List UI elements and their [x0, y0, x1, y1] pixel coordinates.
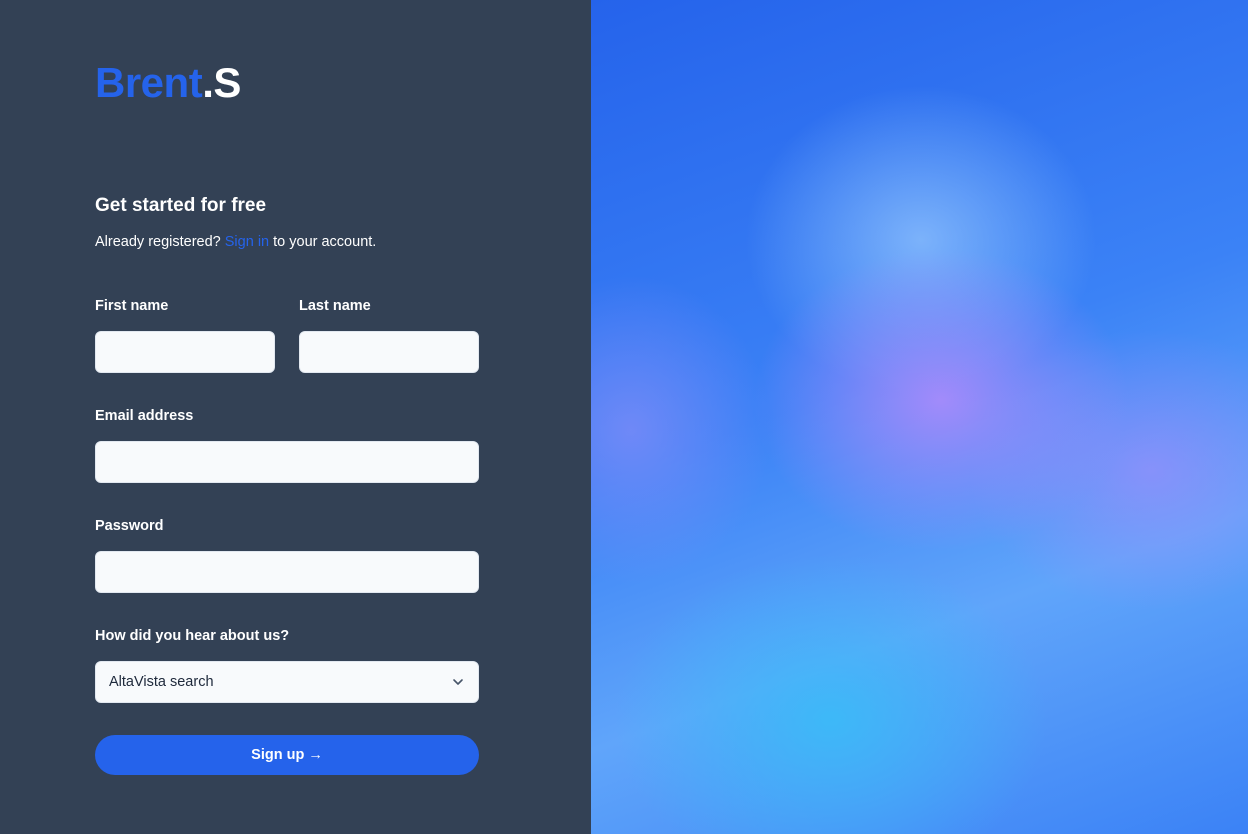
chevron-down-icon: [453, 679, 463, 685]
email-input[interactable]: [95, 441, 479, 483]
page-heading: Get started for free: [95, 195, 267, 216]
signin-link[interactable]: Sign in: [225, 234, 269, 250]
password-label: Password: [95, 518, 164, 534]
first-name-label: First name: [95, 298, 169, 314]
signin-prompt: Already registered? Sign in to your acco…: [95, 234, 376, 250]
brand-logo-name: Brent: [95, 59, 203, 106]
decorative-gradient-panel: [591, 0, 1248, 834]
email-label: Email address: [95, 408, 194, 424]
signup-panel: Brent.S Get started for free Already reg…: [0, 0, 591, 834]
signin-prompt-suffix: to your account.: [269, 234, 377, 250]
signup-button[interactable]: Sign up →: [95, 735, 479, 775]
signin-prompt-prefix: Already registered?: [95, 234, 225, 250]
referral-label: How did you hear about us?: [95, 628, 290, 644]
last-name-input[interactable]: [299, 331, 479, 373]
signup-page: Brent.S Get started for free Already reg…: [0, 0, 1248, 834]
referral-select[interactable]: AltaVista search: [95, 661, 479, 703]
brand-logo[interactable]: Brent.S: [95, 58, 241, 108]
first-name-input[interactable]: [95, 331, 275, 373]
last-name-label: Last name: [299, 298, 371, 314]
password-input[interactable]: [95, 551, 479, 593]
referral-selected-value: AltaVista search: [109, 674, 214, 690]
brand-logo-suffix: .S: [202, 59, 241, 106]
